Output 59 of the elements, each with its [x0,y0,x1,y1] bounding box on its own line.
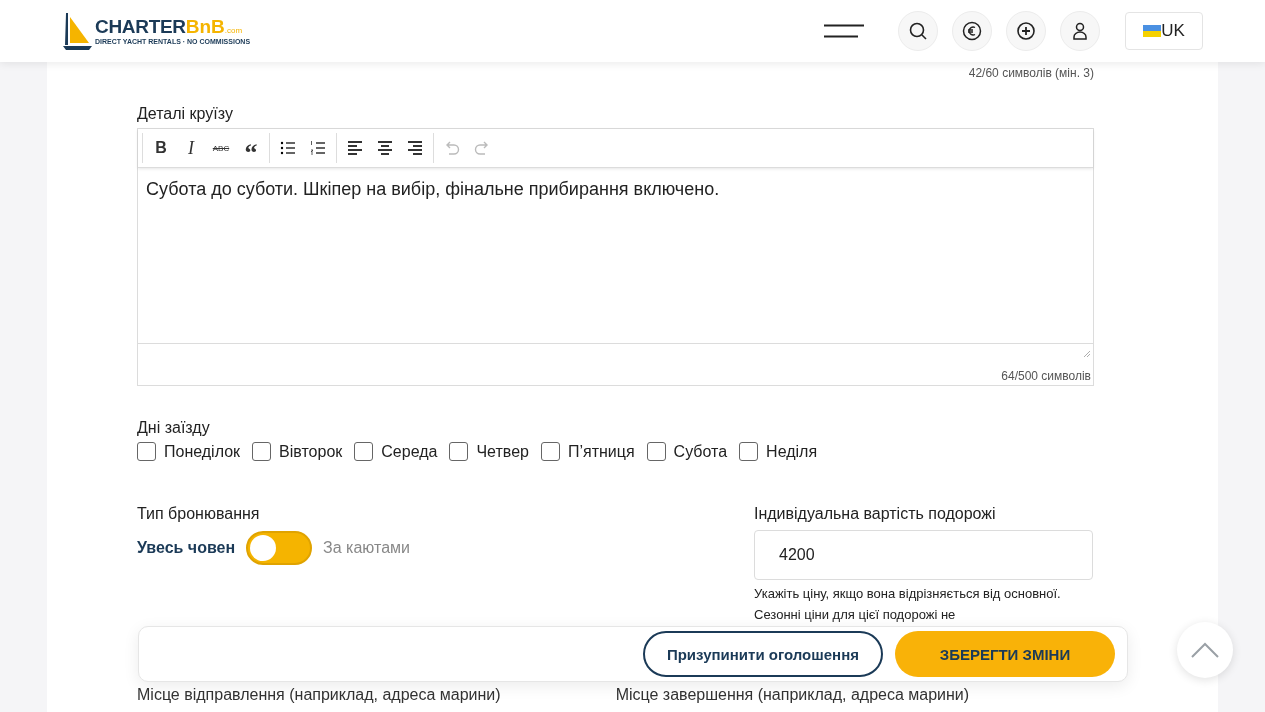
help-text: Укажіть ціну, якщо вона відрізняється від основної. [754,586,1062,601]
save-button[interactable]: ЗБЕРЕГТИ ЗМІНИ [895,631,1115,677]
sailboat-icon [63,11,93,51]
bold-button[interactable]: B [146,134,176,162]
checkbox[interactable] [739,442,759,461]
euro-icon [962,21,982,41]
logo-domain: .com [224,26,243,35]
checkbox[interactable] [252,442,272,461]
field-label: Деталі круїзу [137,105,234,123]
checkbox[interactable] [540,442,560,461]
numbered-list-icon [309,139,327,157]
character-counter: 42/60 символів (мін. 3) [967,66,1094,80]
chevron-up-icon [1190,641,1220,659]
logo-brand-accent: BnB [185,16,225,38]
field-label: Дні заїзду [137,419,211,437]
checkbox-label: Субота [673,442,728,461]
field-label: Індивідуальна вартість подорожі [754,505,997,523]
align-right-icon [406,139,424,157]
add-button[interactable] [1006,11,1046,51]
account-button[interactable] [1060,11,1100,51]
help-text: Сезонні ціни для цієї подорожі не [754,607,957,622]
checkbox-label: Вівторок [279,442,343,461]
search-button[interactable] [898,11,938,51]
currency-button[interactable] [952,11,992,51]
menu-button[interactable] [824,23,864,39]
editor-text: Субота до суботи. Шкіпер на вибір, фінальне прибирання включено. [138,168,1093,344]
toggle-option[interactable]: За каютами [323,539,410,557]
italic-button[interactable]: I [176,134,206,162]
checkbox-label: П’ятниця [567,442,635,461]
bullet-list-icon [279,139,297,157]
align-left-icon [346,139,364,157]
character-counter: 64/500 символів [1001,369,1091,383]
menu-icon [824,24,864,38]
checkbox[interactable] [137,442,156,461]
checkbox[interactable] [354,442,374,461]
checkbox-label: Понеділок [164,442,241,461]
toggle-option[interactable]: Увесь човен [137,539,236,557]
language-button[interactable]: UK [1125,12,1203,50]
field-label: Місце відправлення (наприклад, адреса марини) [137,686,501,704]
strikethrough-button[interactable]: ABC [206,134,236,162]
pause-listing-button[interactable]: Призупинити оголошення [642,631,883,677]
checkbox[interactable] [449,442,469,461]
text-editor[interactable]: B I ABC “ Субота до суботи. Шкіпер на вибір, фінальне прибирання включено. 64/500 символів [137,128,1094,386]
checkbox-label: Неділя [766,442,818,461]
price-input[interactable]: 4200 [754,530,1093,580]
field-label: Місце завершення (наприклад, адреса марини) [615,686,970,704]
toggle-switch[interactable] [246,531,313,565]
checkbox-label: Середа [381,442,438,461]
person-icon [1070,21,1090,41]
plus-icon [1016,21,1036,41]
checkbox[interactable] [646,442,666,461]
field-label: Тип бронювання [137,505,261,523]
search-icon [908,21,928,41]
logo-brand: CHARTER [95,16,186,38]
checkbox-label: Четвер [476,442,529,461]
resize-handle-icon [1083,350,1091,358]
flag-icon [1143,25,1162,37]
align-center-icon [376,139,394,157]
quote-button[interactable]: “ [236,134,266,162]
